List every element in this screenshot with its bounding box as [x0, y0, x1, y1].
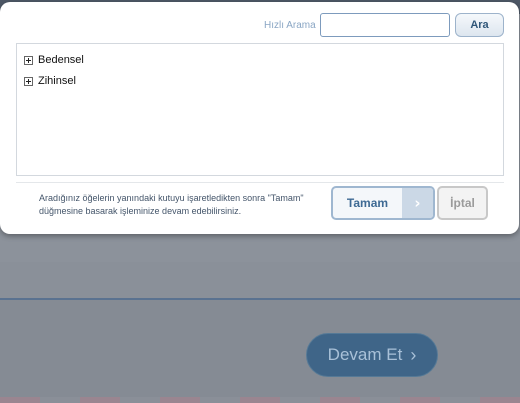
background-bottom-strip [0, 397, 520, 403]
footer-divider [16, 182, 504, 183]
quick-search-input[interactable] [320, 13, 450, 37]
expand-plus-icon[interactable] [24, 76, 33, 86]
tree-item-label: Zihinsel [38, 75, 76, 87]
tree-item-zihinsel[interactable]: Zihinsel [24, 75, 76, 87]
continue-button-label: Devam Et [327, 345, 403, 364]
chevron-right-icon: › [410, 344, 417, 365]
tree-item-bedensel[interactable]: Bedensel [24, 54, 84, 66]
cancel-button[interactable]: İptal [437, 186, 488, 220]
search-button[interactable]: Ara [455, 13, 504, 37]
instruction-line-2: düğmesine basarak işleminize devam edebi… [39, 206, 242, 216]
chevron-right-icon: › [402, 188, 433, 218]
ok-button[interactable]: Tamam › [331, 186, 435, 220]
quick-search-label: Hızlı Arama [264, 20, 316, 31]
background-band [0, 262, 520, 300]
category-tree: Bedensel Zihinsel [16, 43, 504, 176]
background-lower-area [0, 300, 520, 403]
continue-button[interactable]: Devam Et › [306, 333, 438, 377]
expand-plus-icon[interactable] [24, 55, 33, 65]
instruction-text: Aradığınız öğelerin yanındaki kutuyu işa… [39, 192, 324, 218]
tree-item-label: Bedensel [38, 54, 84, 66]
instruction-line-1: Aradığınız öğelerin yanındaki kutuyu işa… [39, 193, 304, 203]
ok-button-label: Tamam [346, 196, 389, 210]
selection-dialog: Hızlı Arama Ara Bedensel Zihinsel Aradığ… [0, 2, 519, 234]
